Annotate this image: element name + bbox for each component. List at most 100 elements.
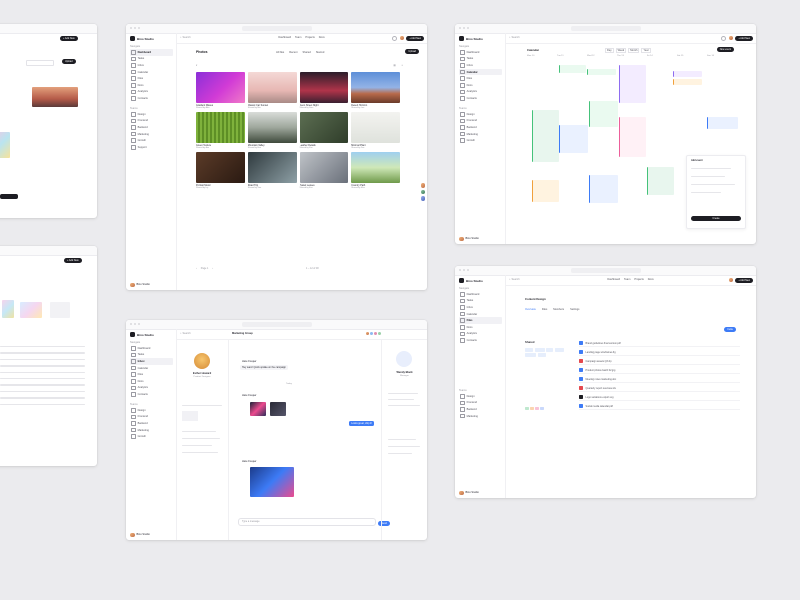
sidebar-item-dashboard[interactable]: Dashboard xyxy=(459,291,502,298)
top-link[interactable]: Dashboard xyxy=(607,278,620,281)
top-link[interactable]: Docs xyxy=(648,278,654,281)
filter-icon[interactable]: ▾ xyxy=(196,64,197,67)
sidebar-item-tasks[interactable]: Tasks xyxy=(459,56,502,63)
table-row[interactable]: Campaign assets Q3.zip xyxy=(579,358,740,365)
composer[interactable]: Type a message xyxy=(238,518,376,526)
sidebar-item-files[interactable]: Files xyxy=(130,75,173,82)
view-month[interactable]: Month xyxy=(628,48,640,53)
calendar-event[interactable] xyxy=(589,175,618,203)
calendar-event[interactable] xyxy=(619,65,646,103)
photo-thumb[interactable] xyxy=(351,112,400,143)
sidebar-item-team[interactable]: Design xyxy=(459,111,502,118)
next-icon[interactable]: › xyxy=(212,267,213,270)
sidebar-item-team[interactable]: Frontend xyxy=(459,400,502,407)
tab-members[interactable]: Members xyxy=(553,308,564,311)
sidebar-item-team[interactable]: Support xyxy=(130,144,173,151)
avatar[interactable] xyxy=(420,183,425,188)
avatar[interactable] xyxy=(377,332,382,336)
sidebar-item-docs[interactable]: Docs xyxy=(130,378,173,385)
photo-thumb[interactable] xyxy=(299,72,349,103)
upload-button[interactable]: Upload xyxy=(62,59,76,64)
swatch[interactable] xyxy=(535,406,539,410)
view-week[interactable]: Week xyxy=(615,48,627,53)
sidebar-item-team[interactable]: Design xyxy=(459,393,502,400)
photo-thumb[interactable] xyxy=(0,132,10,158)
sidebar-item-team[interactable]: Backend xyxy=(459,406,502,413)
tag[interactable] xyxy=(525,353,536,357)
calendar-event[interactable] xyxy=(589,101,618,127)
avatar[interactable] xyxy=(420,189,425,194)
calendar-event[interactable] xyxy=(559,65,586,73)
table-row[interactable]: Quarterly report overview.xls xyxy=(579,385,740,392)
calendar-event[interactable] xyxy=(619,117,646,157)
shared-image[interactable] xyxy=(250,467,294,497)
photo-thumb[interactable] xyxy=(20,302,42,318)
sidebar-item-team[interactable]: Marketing xyxy=(459,413,502,420)
url-bar[interactable] xyxy=(570,268,641,273)
sidebar-item-analytics[interactable]: Analytics xyxy=(459,89,502,96)
sidebar-item-tasks[interactable]: Tasks xyxy=(130,56,173,63)
sidebar-item-docs[interactable]: Docs xyxy=(459,82,502,89)
photo-card[interactable]: Desert Horizon Shared by Leo xyxy=(351,72,400,109)
calendar-event[interactable] xyxy=(647,167,674,195)
table-row[interactable]: Landing page wireframes.fig xyxy=(579,349,740,356)
calendar-event[interactable] xyxy=(532,110,559,162)
sidebar-item-team[interactable]: Backend xyxy=(459,124,502,131)
url-bar[interactable] xyxy=(241,322,312,327)
sidebar-item-inbox[interactable]: Inbox xyxy=(130,358,173,365)
add-new-button[interactable]: + Add New xyxy=(64,258,82,263)
photo-card[interactable]: Leather Details Shared by Kim xyxy=(299,112,349,149)
add-new-button[interactable]: + Add New xyxy=(406,35,424,41)
sidebar-item-contacts[interactable]: Contacts xyxy=(459,95,502,102)
upload-button[interactable]: Upload xyxy=(405,49,419,54)
filter-input[interactable] xyxy=(26,60,54,66)
url-bar[interactable] xyxy=(241,26,312,31)
sidebar-item-team[interactable]: Frontend xyxy=(459,118,502,125)
sidebar-item-team[interactable]: Design xyxy=(130,111,173,118)
photo-card[interactable]: Neon Street Night Shared by Sam xyxy=(299,72,349,109)
sidebar-item-team[interactable]: Growth xyxy=(130,433,173,440)
user-profile[interactable]: Bino Studio xyxy=(130,532,150,537)
sidebar-item-contacts[interactable]: Contacts xyxy=(459,337,502,344)
photo-card[interactable]: Classic Car Sunset Shared by Mia xyxy=(247,72,297,109)
shared-image[interactable] xyxy=(270,402,286,416)
avatar[interactable] xyxy=(420,196,425,201)
photo-thumb[interactable] xyxy=(351,152,400,183)
sidebar-item-analytics[interactable]: Analytics xyxy=(459,331,502,338)
avatar[interactable] xyxy=(373,332,378,336)
tag[interactable] xyxy=(537,353,546,357)
photo-card[interactable]: Country Path Shared by Max xyxy=(351,152,400,189)
sidebar-item-inbox[interactable]: Inbox xyxy=(459,62,502,69)
calendar-event[interactable] xyxy=(707,117,738,129)
bell-icon[interactable] xyxy=(720,36,726,42)
window-controls[interactable] xyxy=(130,27,140,30)
tab-overview[interactable]: Overview xyxy=(525,308,536,311)
tab-all[interactable]: All files xyxy=(276,51,284,54)
window-controls[interactable] xyxy=(459,269,469,272)
sidebar-item-team[interactable]: Backend xyxy=(130,420,173,427)
shared-image[interactable] xyxy=(250,402,266,416)
avatar[interactable] xyxy=(728,35,733,40)
sidebar-item-files[interactable]: Files xyxy=(459,317,502,324)
photo-card[interactable]: Pastel Leaves Shared by Eva xyxy=(299,152,349,189)
photo-card[interactable]: Portrait Mood Shared by Ivy xyxy=(196,152,245,189)
top-link[interactable]: Team xyxy=(295,36,301,39)
swatch[interactable] xyxy=(530,406,534,410)
photo-thumb[interactable] xyxy=(299,112,349,143)
sidebar-item-docs[interactable]: Docs xyxy=(459,324,502,331)
sidebar-item-dashboard[interactable]: Dashboard xyxy=(130,345,173,352)
photo-card[interactable]: Road Trip Shared by Tom xyxy=(247,152,297,189)
sidebar-item-calendar[interactable]: Calendar xyxy=(130,69,173,76)
tag[interactable] xyxy=(554,348,564,352)
window-controls[interactable] xyxy=(130,323,140,326)
create-event-button[interactable]: Create xyxy=(691,216,741,221)
photo-thumb[interactable] xyxy=(299,152,349,183)
sidebar-item-inbox[interactable]: Inbox xyxy=(459,304,502,311)
sidebar-item-calendar[interactable]: Calendar xyxy=(459,311,502,318)
top-link[interactable]: Projects xyxy=(634,278,643,281)
sidebar-item-team[interactable]: Backend xyxy=(130,124,173,131)
window-controls[interactable] xyxy=(459,27,469,30)
sidebar-item-files[interactable]: Files xyxy=(130,371,173,378)
sidebar-item-team[interactable]: Frontend xyxy=(130,118,173,125)
sidebar-item-analytics[interactable]: Analytics xyxy=(130,385,173,392)
